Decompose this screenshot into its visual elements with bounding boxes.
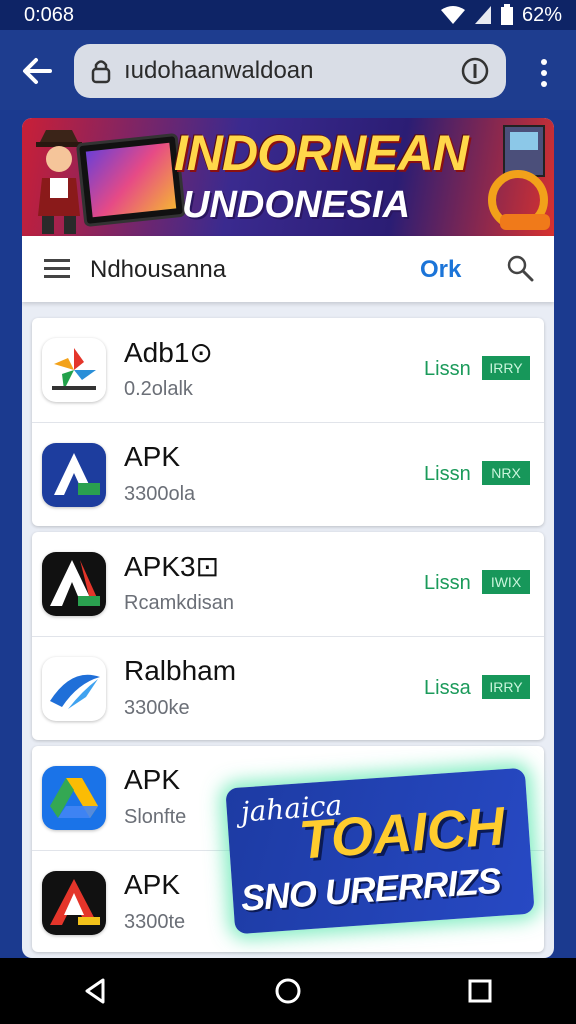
hero-banner[interactable]: INDORNEAN UNDONESIA (22, 118, 554, 236)
battery-icon (500, 4, 513, 25)
app-name: Ralbham (124, 655, 237, 686)
browser-toolbar: ıudohaanwaldoan (0, 30, 576, 110)
section-title: Ndhousanna (90, 256, 227, 283)
status-time: 0:068 (24, 3, 75, 26)
app-subtitle: Rcamkdisan (124, 592, 235, 614)
info-icon[interactable] (460, 56, 490, 86)
app-list-item[interactable]: Adb1⊙ 0.2olalk Lissn IRRY (32, 318, 544, 422)
nav-back-icon[interactable] (81, 976, 111, 1006)
wifi-icon (440, 6, 465, 24)
tablet-illustration (75, 132, 187, 228)
app-card: APK3⊡ Rcamkdisan Lissn IWIX Ralbham 3300… (32, 532, 544, 740)
banner-title-line2: UNDONESIA (182, 184, 411, 226)
use-link[interactable]: Lissn (424, 463, 471, 486)
lock-icon (91, 60, 111, 84)
pinwheel-app-icon (42, 338, 106, 402)
more-vert-icon[interactable] (534, 56, 554, 90)
use-link[interactable]: Lissn (424, 358, 471, 381)
promo-subline: SNO URERRIZS (239, 859, 502, 919)
app-subtitle: 0.2olalk (124, 378, 193, 400)
red-a-app-icon (42, 871, 106, 935)
black-a-app-icon (42, 552, 106, 616)
promo-headline: TOAICH (296, 796, 507, 871)
app-name: APK (124, 441, 181, 472)
nav-home-icon[interactable] (273, 976, 303, 1006)
banner-title-line1: INDORNEAN (174, 125, 469, 181)
swirl-app-icon (42, 657, 106, 721)
system-nav-bar (0, 958, 576, 1024)
app-name: APK (124, 869, 181, 900)
search-icon[interactable] (506, 254, 534, 282)
nav-recents-icon[interactable] (465, 976, 495, 1006)
use-link[interactable]: Lissn (424, 572, 471, 595)
back-arrow-icon[interactable] (20, 54, 54, 88)
status-bar: 0:068 62% (0, 0, 576, 30)
machine-illustration (488, 125, 550, 230)
section-header: Ndhousanna Ork (22, 236, 554, 302)
url-text: ıudohaanwaldoan (124, 57, 314, 84)
app-name: APK3⊡ (124, 551, 220, 582)
apk-badge[interactable]: NRX (482, 461, 530, 485)
promo-sticker[interactable]: jahaica TOAICH SNO URERRIZS (225, 767, 535, 935)
app-subtitle: 3300te (124, 911, 186, 933)
status-icons: 62% (440, 4, 562, 27)
drive-app-icon (42, 766, 106, 830)
battery-percent: 62% (521, 3, 562, 26)
apk-badge[interactable]: IRRY (482, 675, 530, 699)
app-list-item[interactable]: APK 3300ola Lissn NRX (32, 422, 544, 527)
hamburger-menu-icon[interactable] (44, 258, 70, 280)
app-subtitle: Slonfte (124, 806, 187, 828)
app-subtitle: 3300ola (124, 483, 196, 505)
address-bar[interactable]: ıudohaanwaldoan (74, 44, 506, 98)
use-link[interactable]: Lissa (424, 677, 471, 700)
page-content: INDORNEAN UNDONESIA Ndhousanna Ork Adb1⊙… (22, 118, 554, 958)
app-list-item[interactable]: APK3⊡ Rcamkdisan Lissn IWIX (32, 532, 544, 636)
app-name: Adb1⊙ (124, 337, 213, 368)
apk-badge[interactable]: IWIX (482, 570, 530, 594)
header-action-link[interactable]: Ork (420, 256, 461, 284)
app-subtitle: 3300ke (124, 697, 190, 719)
apk-badge[interactable]: IRRY (482, 356, 530, 380)
signal-icon (474, 6, 491, 24)
app-card: Adb1⊙ 0.2olalk Lissn IRRY APK 3300ola Li… (32, 318, 544, 526)
blue-a-app-icon (42, 443, 106, 507)
app-list-item[interactable]: Ralbham 3300ke Lissa IRRY (32, 636, 544, 741)
app-name: APK (124, 764, 181, 795)
